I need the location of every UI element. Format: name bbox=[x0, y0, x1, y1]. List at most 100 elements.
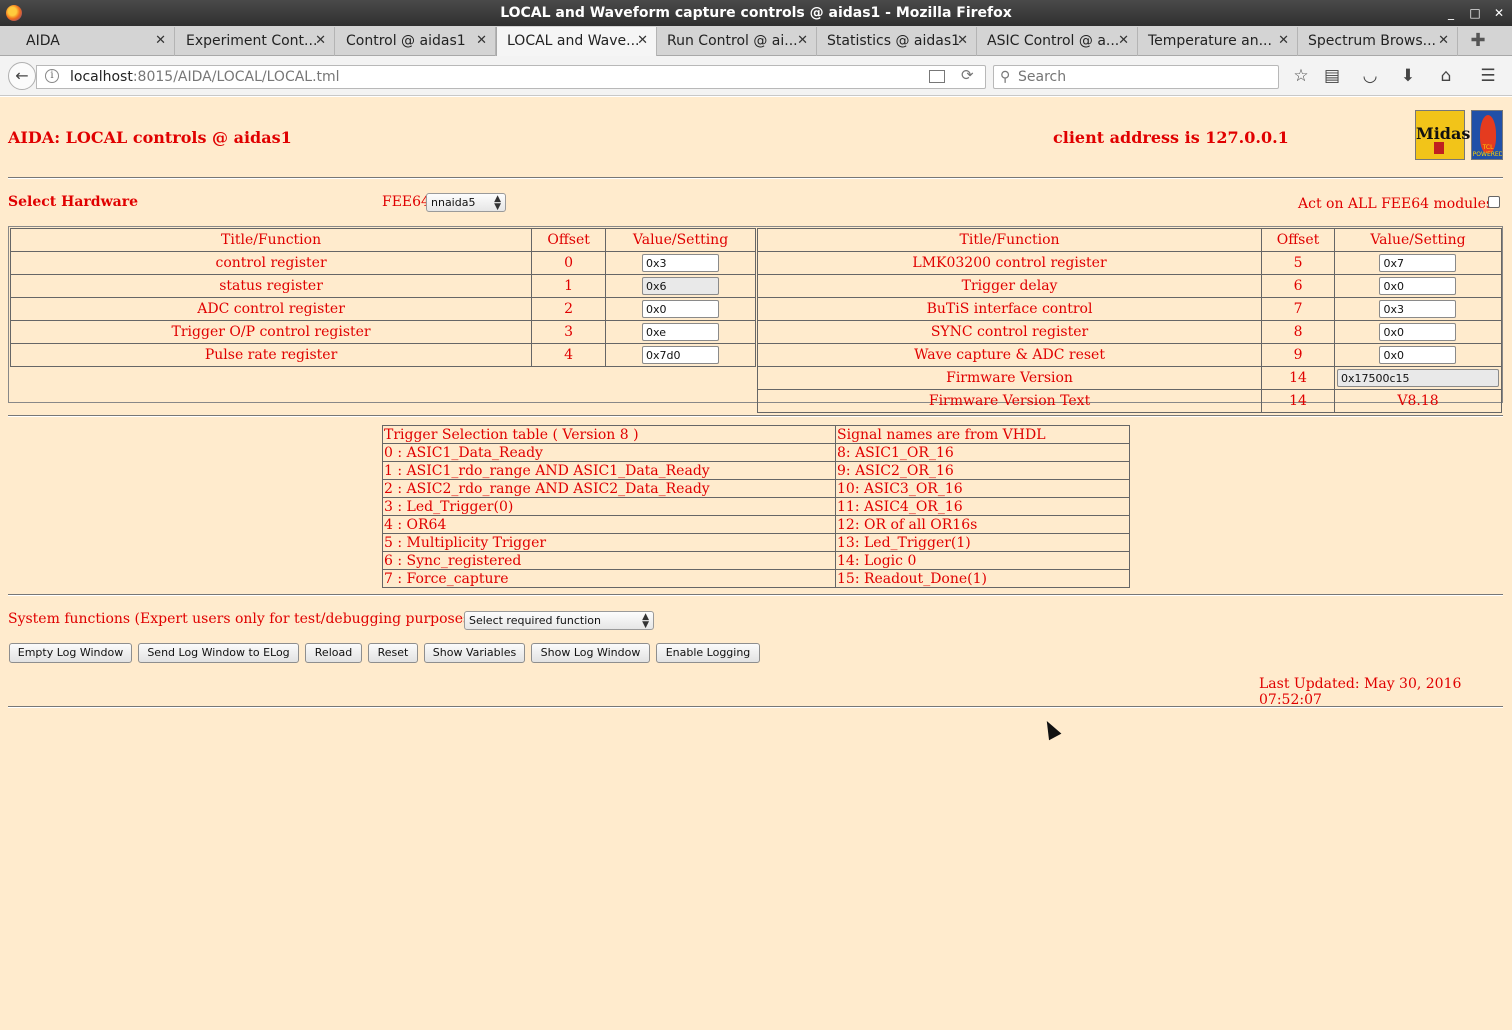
tab-label: Control @ aidas1 bbox=[346, 33, 466, 49]
tab-close-icon[interactable]: ✕ bbox=[1278, 27, 1289, 55]
table-row: 4 : OR64 12: OR of all OR16s bbox=[382, 515, 1130, 534]
system-function-select[interactable]: Select required function ▲ ▼ bbox=[464, 611, 654, 630]
trigger-cell: 12: OR of all OR16s bbox=[835, 515, 1130, 534]
table-row: Trigger delay 6 bbox=[756, 274, 1503, 298]
table-row: ADC control register 2 bbox=[9, 297, 756, 321]
tab-close-icon[interactable]: ✕ bbox=[476, 27, 487, 55]
search-bar[interactable]: ⚲ bbox=[993, 65, 1279, 89]
back-icon[interactable]: ← bbox=[8, 62, 36, 90]
register-value-input[interactable] bbox=[1379, 300, 1457, 318]
table-row: 5 : Multiplicity Trigger 13: Led_Trigger… bbox=[382, 533, 1130, 552]
tab-close-icon[interactable]: ✕ bbox=[315, 27, 326, 55]
register-offset: 3 bbox=[531, 320, 607, 344]
home-icon[interactable]: ⌂ bbox=[1435, 65, 1457, 87]
table-row: Trigger O/P control register 3 bbox=[9, 320, 756, 344]
tab-label: Run Control @ ai... bbox=[667, 33, 798, 49]
register-title: SYNC control register bbox=[756, 320, 1263, 344]
tab-label: Spectrum Brows... bbox=[1308, 33, 1437, 49]
act-all-label: Act on ALL FEE64 modules? bbox=[1298, 196, 1501, 212]
register-title: ADC control register bbox=[9, 297, 533, 321]
register-offset: 8 bbox=[1261, 320, 1335, 344]
register-value-input[interactable] bbox=[642, 300, 720, 318]
register-value-cell bbox=[605, 251, 756, 275]
tab-close-icon[interactable]: ✕ bbox=[797, 27, 808, 55]
close-window-icon[interactable]: ✕ bbox=[1492, 0, 1506, 26]
register-offset: 0 bbox=[531, 251, 607, 275]
download-icon[interactable]: ⬇ bbox=[1397, 65, 1419, 87]
register-value-cell bbox=[1333, 320, 1503, 344]
trigger-cell: 10: ASIC3_OR_16 bbox=[835, 479, 1130, 498]
firmware-version-title: Firmware Version bbox=[756, 366, 1263, 390]
url-text[interactable]: localhost:8015/AIDA/LOCAL/LOCAL.tml bbox=[70, 69, 340, 85]
reload-button[interactable]: Reload bbox=[305, 643, 362, 663]
table-row: Wave capture & ADC reset 9 bbox=[756, 343, 1503, 367]
tab-local-waveform[interactable]: LOCAL and Wave... ✕ bbox=[496, 27, 657, 57]
minimize-icon[interactable]: _ bbox=[1444, 0, 1458, 26]
tab-aida[interactable]: AIDA ✕ bbox=[0, 27, 175, 56]
divider bbox=[8, 177, 1503, 179]
header-value: Value/Setting bbox=[605, 228, 756, 252]
trigger-header-left: Trigger Selection table ( Version 8 ) bbox=[382, 425, 836, 444]
register-value-input[interactable] bbox=[1379, 254, 1457, 272]
info-icon[interactable]: i bbox=[45, 69, 59, 83]
tab-run-control[interactable]: Run Control @ ai... ✕ bbox=[657, 27, 817, 56]
tab-asic-control[interactable]: ASIC Control @ a... ✕ bbox=[977, 27, 1138, 56]
midas-logo[interactable]: Midas bbox=[1415, 110, 1470, 160]
register-value-input[interactable] bbox=[1379, 277, 1457, 295]
tab-temperature[interactable]: Temperature an... ✕ bbox=[1138, 27, 1298, 56]
reset-button[interactable]: Reset bbox=[368, 643, 418, 663]
tab-close-icon[interactable]: ✕ bbox=[155, 27, 166, 55]
register-value-input[interactable] bbox=[1379, 323, 1457, 341]
url-bar[interactable]: i localhost:8015/AIDA/LOCAL/LOCAL.tml ⟳ bbox=[36, 65, 986, 89]
reload-icon[interactable]: ⟳ bbox=[961, 66, 974, 84]
fee64-select[interactable]: nnaida5 ▲ ▼ bbox=[426, 193, 506, 212]
register-value-input[interactable] bbox=[1379, 346, 1457, 364]
tab-statistics[interactable]: Statistics @ aidas1 ✕ bbox=[817, 27, 977, 56]
search-input[interactable] bbox=[1016, 67, 1274, 87]
tab-close-icon[interactable]: ✕ bbox=[1118, 27, 1129, 55]
maximize-icon[interactable]: □ bbox=[1468, 0, 1482, 26]
empty-log-window-button[interactable]: Empty Log Window bbox=[9, 643, 132, 663]
tab-close-icon[interactable]: ✕ bbox=[1438, 27, 1449, 55]
register-table-left: Title/Function Offset Value/Setting cont… bbox=[9, 228, 756, 367]
tab-control[interactable]: Control @ aidas1 ✕ bbox=[336, 27, 496, 56]
firmware-version-offset: 14 bbox=[1261, 366, 1335, 390]
header-title: Title/Function bbox=[756, 228, 1263, 252]
tab-close-icon[interactable]: ✕ bbox=[957, 27, 968, 55]
divider bbox=[8, 706, 1503, 708]
show-variables-button[interactable]: Show Variables bbox=[424, 643, 525, 663]
tab-close-icon[interactable]: ✕ bbox=[637, 27, 648, 55]
header-title: Title/Function bbox=[9, 228, 533, 252]
tcl-logo-text: TCL POWERED bbox=[1472, 144, 1503, 158]
tab-label: Experiment Cont... bbox=[186, 33, 318, 49]
send-log-to-elog-button[interactable]: Send Log Window to ELog bbox=[138, 643, 299, 663]
bookmark-star-icon[interactable]: ☆ bbox=[1290, 65, 1312, 87]
tcl-logo[interactable]: TCL POWERED bbox=[1471, 110, 1503, 160]
reading-list-icon[interactable]: ▤ bbox=[1321, 65, 1343, 87]
act-all-checkbox[interactable] bbox=[1488, 196, 1500, 208]
reader-view-icon[interactable] bbox=[929, 70, 945, 83]
header-offset: Offset bbox=[531, 228, 607, 252]
tab-experiment-control[interactable]: Experiment Cont... ✕ bbox=[176, 27, 335, 56]
table-row: 0 : ASIC1_Data_Ready 8: ASIC1_OR_16 bbox=[382, 443, 1130, 462]
trigger-cell: 14: Logic 0 bbox=[835, 551, 1130, 570]
tab-strip: AIDA ✕ Experiment Cont... ✕ Control @ ai… bbox=[0, 26, 1512, 57]
new-tab-icon[interactable]: ✚ bbox=[1468, 28, 1488, 54]
pocket-icon[interactable]: ◡ bbox=[1359, 65, 1381, 87]
register-value-input[interactable] bbox=[642, 254, 720, 272]
enable-logging-button[interactable]: Enable Logging bbox=[656, 643, 760, 663]
tab-label: AIDA bbox=[26, 33, 60, 49]
header-value: Value/Setting bbox=[1333, 228, 1503, 252]
tab-spectrum-browser[interactable]: Spectrum Brows... ✕ bbox=[1298, 27, 1458, 56]
show-log-window-button[interactable]: Show Log Window bbox=[531, 643, 650, 663]
trigger-cell: 7 : Force_capture bbox=[382, 569, 836, 588]
tab-label: LOCAL and Wave... bbox=[507, 33, 640, 49]
midas-logo-text: Midas bbox=[1416, 124, 1471, 143]
menu-icon[interactable]: ☰ bbox=[1477, 65, 1499, 87]
firmware-text-value: V8.18 bbox=[1333, 389, 1503, 413]
table-row: LMK03200 control register 5 bbox=[756, 251, 1503, 275]
register-value-input[interactable] bbox=[642, 323, 720, 341]
firefox-logo-icon bbox=[6, 5, 22, 21]
register-value-input[interactable] bbox=[642, 346, 720, 364]
url-path: :8015/AIDA/LOCAL/LOCAL.tml bbox=[132, 69, 340, 85]
